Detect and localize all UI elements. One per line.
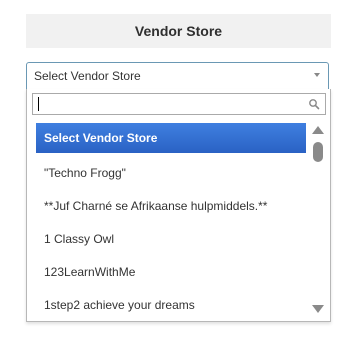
dropdown-search-input[interactable] <box>33 94 311 114</box>
chevron-down-icon <box>314 73 320 77</box>
dropdown-option[interactable]: 1step2 achieve your dreams <box>36 288 306 319</box>
text-caret <box>38 97 39 111</box>
vendor-store-header: Vendor Store <box>26 14 331 48</box>
dropdown-option[interactable]: 123LearnWithMe <box>36 255 306 288</box>
dropdown-option[interactable]: "Techno Frogg" <box>36 156 306 189</box>
dropdown-option[interactable]: Select Vendor Store <box>36 123 306 153</box>
dropdown-search-box[interactable] <box>32 93 326 115</box>
vendor-store-dropdown: Select Vendor Store "Techno Frogg" **Juf… <box>26 89 331 322</box>
search-icon <box>309 99 320 110</box>
select-current-value: Select Vendor Store <box>34 69 141 83</box>
page-title: Vendor Store <box>134 23 223 39</box>
dropdown-option[interactable]: 1 Classy Owl <box>36 222 306 255</box>
scroll-down-arrow-icon[interactable] <box>312 305 324 313</box>
vendor-store-select[interactable]: Select Vendor Store <box>26 62 329 90</box>
dropdown-options-list: Select Vendor Store "Techno Frogg" **Juf… <box>36 123 306 319</box>
dropdown-option[interactable]: **Juf Charné se Afrikaanse hulpmiddels.*… <box>36 189 306 222</box>
scroll-up-arrow-icon[interactable] <box>312 126 324 134</box>
scrollbar-thumb[interactable] <box>313 142 323 162</box>
dropdown-scrollbar[interactable] <box>311 123 325 319</box>
